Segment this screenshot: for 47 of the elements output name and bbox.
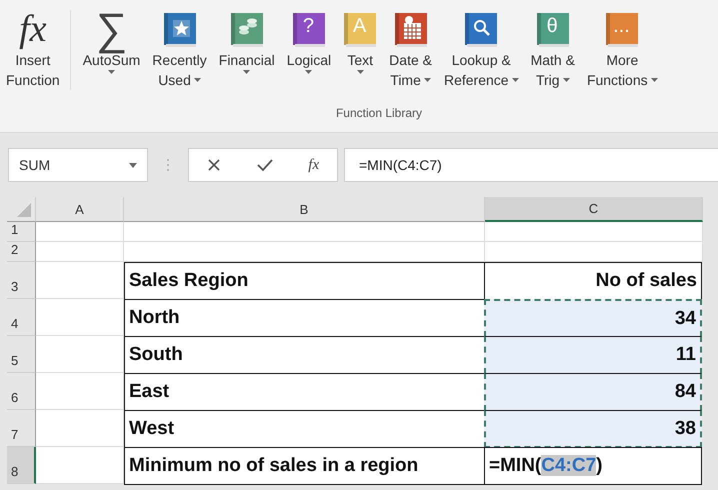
insert-function-button[interactable]: fx [308,156,320,174]
column-header[interactable]: A [36,197,124,222]
ribbon-button[interactable]: ∑ AutoSum [76,10,146,74]
row-header[interactable]: 2 [7,242,36,262]
row-header[interactable]: 7 [7,410,36,447]
column-header[interactable]: C [485,197,703,222]
name-box[interactable]: SUM [8,148,148,182]
enter-icon[interactable] [256,158,273,172]
row-header[interactable]: 3 [7,262,36,299]
ribbon-button[interactable]: Financial [212,10,281,74]
ribbon-button[interactable]: ? Logical [280,10,338,74]
table-cell: North [129,307,180,329]
table-cell: 84 [484,373,702,411]
table-cell: No of sales [484,262,702,300]
book-symbol: ? [302,14,314,38]
row-header[interactable]: 8 [7,447,36,484]
row-header[interactable]: 1 [7,222,36,242]
function-icon: fx [19,10,47,50]
table-cell: Minimum no of sales in a region [129,455,418,477]
book-symbol: ... [613,14,630,38]
table-cell: 34 [484,299,702,337]
group-label: Function Library [336,106,422,120]
table-cell: Sales Region [129,270,248,292]
ribbon-button[interactable]: Date & Time [383,10,438,90]
ribbon-button[interactable]: ... More Functions [580,10,664,90]
row-header[interactable]: 6 [7,373,36,410]
table-cell: 11 [484,336,702,374]
ribbon-button[interactable]: A Text [337,10,384,74]
triangle-icon [17,203,31,217]
grip-icon [166,157,170,173]
column-header[interactable]: B [124,197,485,222]
table-cell: 38 [484,410,702,448]
row-header[interactable]: 4 [7,299,36,336]
row-header[interactable]: 5 [7,336,36,373]
ribbon-button[interactable]: Recently Used [146,10,213,90]
book-symbol: θ [546,14,558,38]
cancel-icon[interactable] [206,158,221,172]
ribbon-button[interactable]: Lookup & Reference [438,10,525,90]
ribbon-button[interactable]: fx Insert Function [0,10,71,90]
table-cell: West [129,418,174,440]
dropdown-icon [129,162,137,168]
book-symbol: A [352,14,366,38]
formula-field[interactable]: =MIN(C4:C7) [344,148,718,182]
table-cell: South [129,344,183,366]
ribbon-button[interactable]: θ Math & Trig [524,10,581,90]
active-cell[interactable]: =MIN(C4:C7) [484,447,702,485]
table-cell: East [129,381,170,403]
